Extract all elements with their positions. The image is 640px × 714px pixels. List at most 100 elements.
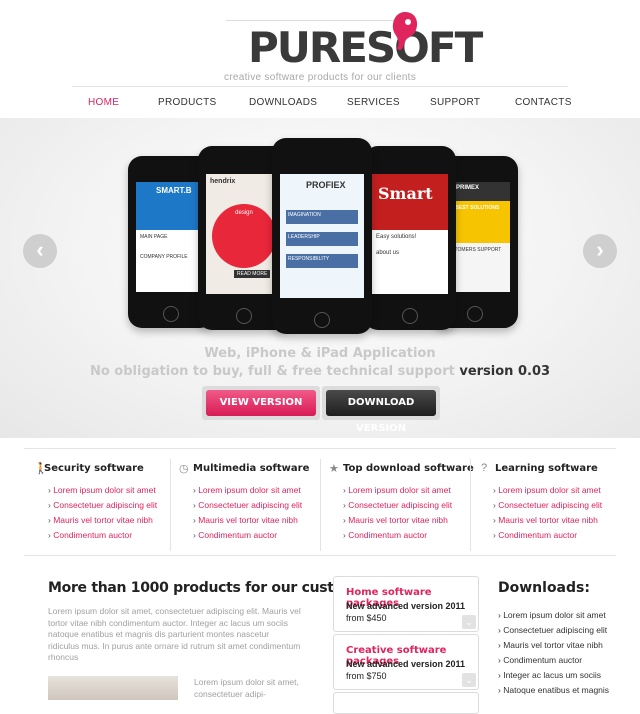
logo-blob-icon [392,12,418,51]
feature-learning: ? Learning software Lorem ipsum dolor si… [470,459,627,551]
feature-title[interactable]: Multimedia software [193,463,309,474]
feature-title[interactable]: Security software [44,463,144,474]
slider-next-button[interactable]: › [583,234,617,268]
feature-link[interactable]: Consectetuer adipiscing elit [493,498,602,513]
phone3-line1: IMAGINATION [286,210,358,224]
phone1-title: SMART.B [136,182,206,230]
feature-multimedia: ◷ Multimedia software Lorem ipsum dolor … [170,459,327,551]
download-version-frame: DOWNLOAD VERSION [322,386,440,434]
slider-prev-button[interactable]: ‹ [23,234,57,268]
nav-home[interactable]: HOME [88,97,119,108]
feature-security: 🚶 Security software Lorem ipsum dolor si… [34,459,182,551]
feature-link[interactable]: Mauris vel tortor vitae nibh [48,513,157,528]
slider-slogan-line2: No obligation to buy, full & free techni… [0,364,640,379]
feature-link[interactable]: Condimentum auctor [48,528,157,543]
chevron-down-icon[interactable]: ⌄ [462,673,476,687]
download-link[interactable]: Natoque enatibus et magnis [498,683,609,698]
home-button-icon [236,308,252,324]
chevron-down-icon[interactable]: ⌄ [462,615,476,629]
feature-link[interactable]: Condimentum auctor [193,528,302,543]
tagline: creative software products for our clien… [223,72,417,83]
feature-link[interactable]: Mauris vel tortor vitae nibh [343,513,452,528]
home-button-icon [314,312,330,328]
clock-icon: ◷ [179,463,189,475]
thumbnail-caption: Lorem ipsum dolor sit amet, consectetuer… [194,677,299,699]
products-title: More than 1000 products for our customer… [48,580,382,596]
nav-products[interactable]: PRODUCTS [158,97,217,108]
site-header: PURESOFT creative software products for … [0,6,640,83]
download-link[interactable]: Condimentum auctor [498,653,609,668]
star-icon: ★ [329,463,339,475]
package-creative[interactable]: Creative software packages New advanced … [333,634,479,690]
question-icon: ? [481,462,488,474]
download-link[interactable]: Integer ac lacus um sociis [498,668,609,683]
phone-screen-2: hendrix design READ MORE [206,174,282,294]
nav-services[interactable]: SERVICES [347,97,400,108]
downloads-title: Downloads: [498,580,590,596]
feature-link[interactable]: Condimentum auctor [493,528,602,543]
phone-screen-1: SMART.B MAIN PAGE COMPANY PROFILE [136,182,206,292]
view-version-frame: VIEW VERSION [202,386,320,420]
phone-mockup-3: PROFIEX IMAGINATION LEADERSHIP RESPONSIB… [272,138,372,334]
phone3-line3: RESPONSIBILITY [286,254,358,268]
feature-link[interactable]: Consectetuer adipiscing elit [193,498,302,513]
logo[interactable]: PURESOFT [248,23,483,72]
feature-link[interactable]: Lorem ipsum dolor sit amet [493,483,602,498]
products-text: Lorem ipsum dolor sit amet, consectetuer… [48,606,301,662]
feature-link[interactable]: Mauris vel tortor vitae nibh [193,513,302,528]
chevron-left-icon: ‹ [36,237,44,262]
phone4-line1: Easy solutions! [376,234,417,240]
package-next[interactable] [333,692,479,714]
home-button-icon [467,306,483,322]
feature-link[interactable]: Lorem ipsum dolor sit amet [48,483,157,498]
slogan-text: No obligation to buy, full & free techni… [89,364,455,379]
nav-downloads[interactable]: DOWNLOADS [249,97,317,108]
downloads-list: Lorem ipsum dolor sit amet Consectetuer … [498,608,609,698]
download-link[interactable]: Mauris vel tortor vitae nibh [498,638,609,653]
phone2-title: hendrix [210,178,236,185]
feature-top-download: ★ Top download software Lorem ipsum dolo… [320,459,477,551]
product-thumbnail[interactable] [48,676,178,700]
slider-slogan-line1: Web, iPhone & iPad Application [204,346,436,361]
download-version-button[interactable]: DOWNLOAD VERSION [326,390,436,434]
phone-screen-4: Smart Easy solutions! about us [372,174,448,294]
package-price: from $450 [346,613,387,623]
phone4-line2: about us [376,250,400,256]
feature-link[interactable]: Consectetuer adipiscing elit [48,498,157,513]
feature-title[interactable]: Top download software [343,463,474,474]
chevron-right-icon: › [596,237,604,262]
phone1-line2: COMPANY PROFILE [140,254,188,260]
download-link[interactable]: Lorem ipsum dolor sit amet [498,608,609,623]
download-link[interactable]: Consectetuer adipiscing elit [498,623,609,638]
features-row: 🚶 Security software Lorem ipsum dolor si… [24,448,616,556]
phone3-title: PROFIEX [306,180,346,190]
nav-contacts[interactable]: CONTACTS [515,97,572,108]
phone-mockup-4: Smart Easy solutions! about us [364,146,456,330]
feature-link[interactable]: Mauris vel tortor vitae nibh [493,513,602,528]
phone2-line2: READ MORE [234,270,271,278]
phone3-line2: LEADERSHIP [286,232,358,246]
package-version: New advanced version 2011 [346,659,466,669]
home-button-icon [163,306,179,322]
home-button-icon [402,308,418,324]
feature-link[interactable]: Condimentum auctor [343,528,452,543]
feature-title[interactable]: Learning software [495,463,598,474]
logo-divider [226,20,412,21]
feature-link[interactable]: Lorem ipsum dolor sit amet [343,483,452,498]
package-price: from $750 [346,671,387,681]
logo-part-pure: PURE [248,23,368,72]
view-version-button[interactable]: VIEW VERSION [206,390,316,416]
phone2-line1: design [212,204,276,268]
phone1-line1: MAIN PAGE [140,234,168,240]
phone4-title: Smart [372,174,448,230]
package-home[interactable]: Home software packages New advanced vers… [333,576,479,632]
feature-link[interactable]: Lorem ipsum dolor sit amet [193,483,302,498]
version-label: version 0.03 [459,364,551,379]
hero-slider: ‹ › SMART.B MAIN PAGE COMPANY PROFILE PR… [0,118,640,438]
feature-link[interactable]: Consectetuer adipiscing elit [343,498,452,513]
phone-screen-3: PROFIEX IMAGINATION LEADERSHIP RESPONSIB… [280,174,364,298]
main-nav: HOME PRODUCTS DOWNLOADS SERVICES SUPPORT… [72,86,571,120]
logo-part-soft: SOFT [365,23,483,72]
package-version: New advanced version 2011 [346,601,466,611]
nav-support[interactable]: SUPPORT [430,97,480,108]
